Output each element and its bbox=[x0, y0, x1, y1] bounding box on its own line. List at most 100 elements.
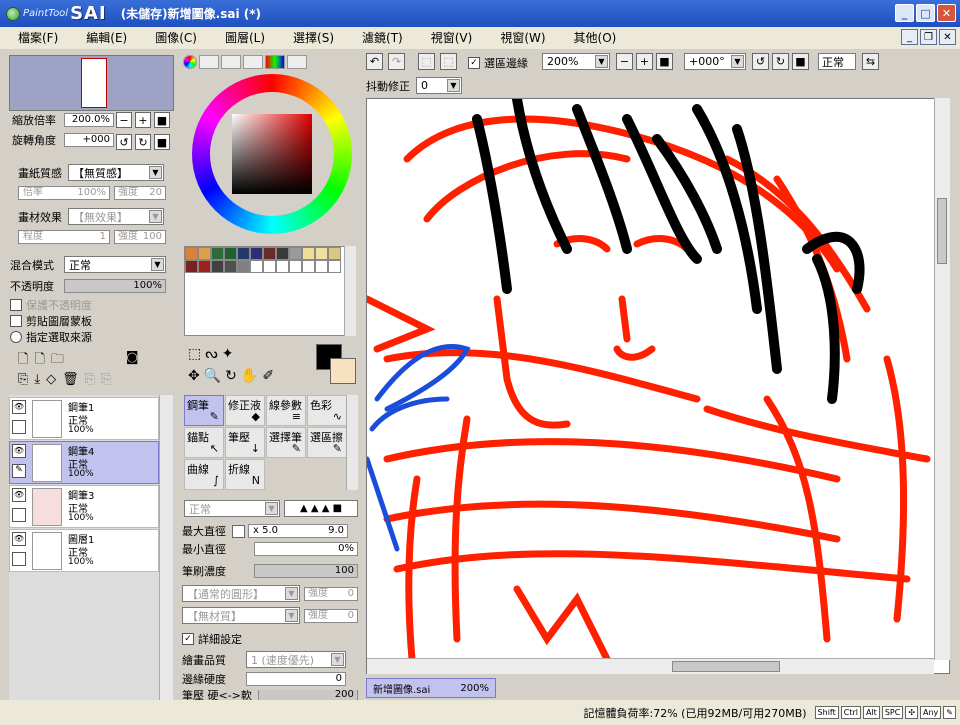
visibility-eye-icon[interactable]: 👁 bbox=[12, 488, 26, 502]
saturation-value-square[interactable] bbox=[232, 114, 312, 194]
layer-row[interactable]: 👁 鋼筆3 正常 100% bbox=[9, 485, 159, 528]
swatch[interactable] bbox=[237, 247, 250, 260]
menu-window[interactable]: 視窗(W) bbox=[482, 27, 555, 49]
swatch[interactable] bbox=[289, 247, 302, 260]
layer-row[interactable]: 👁 鋼筆1 正常 100% bbox=[9, 397, 159, 440]
swatch[interactable] bbox=[211, 247, 224, 260]
lasso-icon[interactable]: ᔓ bbox=[205, 346, 217, 362]
brush-shape-presets[interactable]: ▲ ▲ ▲ ■ bbox=[284, 500, 358, 517]
layer-scrollbar[interactable] bbox=[159, 395, 173, 702]
tool-button[interactable]: 曲線 ∫ bbox=[184, 459, 224, 490]
menu-filter[interactable]: 濾鏡(T) bbox=[344, 27, 413, 49]
rotate-slider[interactable]: +000 bbox=[64, 133, 114, 147]
swatch[interactable] bbox=[211, 260, 224, 273]
secondary-color[interactable] bbox=[330, 358, 356, 384]
visibility-eye-icon[interactable]: 👁 bbox=[12, 400, 26, 414]
swatch[interactable] bbox=[198, 247, 211, 260]
mask-icon[interactable]: ◙ bbox=[126, 350, 139, 372]
brush-mode-select[interactable]: 正常 ▼ bbox=[184, 500, 280, 517]
hand-icon[interactable]: ✋ bbox=[241, 368, 258, 384]
swatch[interactable] bbox=[263, 247, 276, 260]
color-swatches[interactable] bbox=[184, 246, 346, 336]
clipping-mask-checkbox[interactable] bbox=[10, 315, 22, 327]
deselect-icon[interactable]: ⬚ bbox=[418, 53, 435, 70]
layer-row-selected[interactable]: 👁 ✎ 鋼筆4 正常 100% bbox=[9, 441, 159, 484]
layer-lock-box[interactable] bbox=[12, 508, 26, 522]
hscroll-thumb[interactable] bbox=[672, 661, 780, 672]
close-button[interactable]: ✕ bbox=[937, 4, 956, 22]
zoom-icon[interactable]: 🔍 bbox=[204, 368, 221, 384]
swatch[interactable] bbox=[185, 247, 198, 260]
paper-texture-select[interactable]: 【無質感】 ▼ bbox=[68, 164, 164, 181]
selection-source-radio[interactable] bbox=[10, 331, 22, 343]
angle-select[interactable]: +000° ▼ bbox=[684, 53, 746, 70]
rotate-right-button[interactable]: ↻ bbox=[135, 134, 151, 150]
zoom-out-icon[interactable]: − bbox=[616, 53, 633, 70]
swatch[interactable] bbox=[263, 260, 276, 273]
delete-layer-icon[interactable]: 🗑 bbox=[62, 372, 79, 387]
menu-edit[interactable]: 編輯(E) bbox=[68, 27, 137, 49]
layer-action2-icon[interactable]: ⎘ bbox=[101, 372, 111, 387]
preserve-opacity-checkbox[interactable] bbox=[10, 299, 22, 311]
zoom-select[interactable]: 200% ▼ bbox=[542, 53, 610, 70]
flip-icon[interactable]: ⇆ bbox=[862, 53, 879, 70]
menu-view[interactable]: 視窗(V) bbox=[413, 27, 483, 49]
doc-close-button[interactable]: ✕ bbox=[939, 29, 956, 45]
eyedropper-icon[interactable]: ✐ bbox=[262, 368, 274, 384]
rotate-ccw-icon[interactable]: ↺ bbox=[752, 53, 769, 70]
clear-layer-icon[interactable]: ◇ bbox=[46, 372, 56, 387]
paper-strength-slider[interactable]: 強度 20 bbox=[114, 186, 166, 200]
copy-layer-icon[interactable]: ⎘ bbox=[18, 372, 28, 387]
menu-layer[interactable]: 圖層(L) bbox=[207, 27, 275, 49]
drawing-canvas[interactable] bbox=[366, 98, 950, 674]
swatch[interactable] bbox=[328, 260, 341, 273]
new-layer-icon[interactable]: 🗋 bbox=[18, 350, 28, 372]
stabilizer-select[interactable]: 0 ▼ bbox=[416, 77, 462, 94]
rect-select-icon[interactable]: ⬚ bbox=[188, 346, 201, 362]
tools-scrollbar[interactable] bbox=[346, 395, 358, 490]
tool-button[interactable]: 選區擦 ✎ bbox=[307, 427, 347, 458]
undo-icon[interactable]: ↶ bbox=[366, 53, 383, 70]
layer-action-icon[interactable]: ⎘ bbox=[85, 372, 95, 387]
new-linework-layer-icon[interactable]: 🗋 bbox=[34, 350, 44, 372]
swatch-tab[interactable] bbox=[265, 55, 285, 69]
effect-strength-slider[interactable]: 強度 100 bbox=[114, 230, 166, 244]
swatch[interactable] bbox=[224, 260, 237, 273]
selection-edge-checkbox[interactable]: ✓ bbox=[468, 57, 480, 69]
min-size-slider[interactable]: 0% bbox=[254, 542, 358, 556]
minimize-button[interactable]: _ bbox=[895, 4, 914, 22]
merge-down-icon[interactable]: ⤓ bbox=[34, 372, 40, 387]
swatch[interactable] bbox=[237, 260, 250, 273]
hsv-slider-tab[interactable] bbox=[221, 55, 241, 69]
tool-button[interactable]: 鋼筆 ✎ bbox=[184, 395, 224, 426]
invert-select-icon[interactable]: ⬚ bbox=[440, 53, 457, 70]
zoom-in-button[interactable]: + bbox=[135, 112, 151, 128]
shape-strength-slider[interactable]: 強度 0 bbox=[304, 586, 358, 601]
swatch[interactable] bbox=[302, 260, 315, 273]
rotate-reset-button[interactable]: ■ bbox=[154, 134, 170, 150]
rotate-icon[interactable]: ↻ bbox=[225, 368, 237, 384]
swatch[interactable] bbox=[185, 260, 198, 273]
tool-button[interactable]: 折線 N bbox=[225, 459, 265, 490]
zoom-reset-icon[interactable]: ■ bbox=[656, 53, 673, 70]
rotate-cw-icon[interactable]: ↻ bbox=[772, 53, 789, 70]
zoom-out-button[interactable]: − bbox=[116, 112, 132, 128]
paper-effect-select[interactable]: 【無效果】 ▼ bbox=[68, 208, 164, 225]
menu-select[interactable]: 選擇(S) bbox=[275, 27, 344, 49]
menu-file[interactable]: 檔案(F) bbox=[0, 27, 68, 49]
palette-tab[interactable] bbox=[243, 55, 263, 69]
swatch[interactable] bbox=[289, 260, 302, 273]
quality-select[interactable]: 1 (速度優先) ▼ bbox=[246, 651, 346, 668]
zoom-reset-button[interactable]: ■ bbox=[154, 112, 170, 128]
swatch[interactable] bbox=[315, 247, 328, 260]
edge-hardness-slider[interactable]: 0 bbox=[246, 672, 346, 686]
tool-button[interactable]: 修正液 ◆ bbox=[225, 395, 265, 426]
navigator-thumbnail[interactable] bbox=[9, 55, 174, 111]
zoom-in-icon[interactable]: + bbox=[636, 53, 653, 70]
layer-row[interactable]: 👁 圖層1 正常 100% bbox=[9, 529, 159, 572]
vscroll-thumb[interactable] bbox=[937, 198, 947, 264]
effect-degree-slider[interactable]: 程度 1 bbox=[18, 230, 110, 244]
size-menu-button[interactable] bbox=[232, 524, 245, 538]
move-icon[interactable]: ✥ bbox=[188, 368, 200, 384]
brush-shape-select[interactable]: 【通常的圓形】 ▼ bbox=[182, 585, 300, 602]
